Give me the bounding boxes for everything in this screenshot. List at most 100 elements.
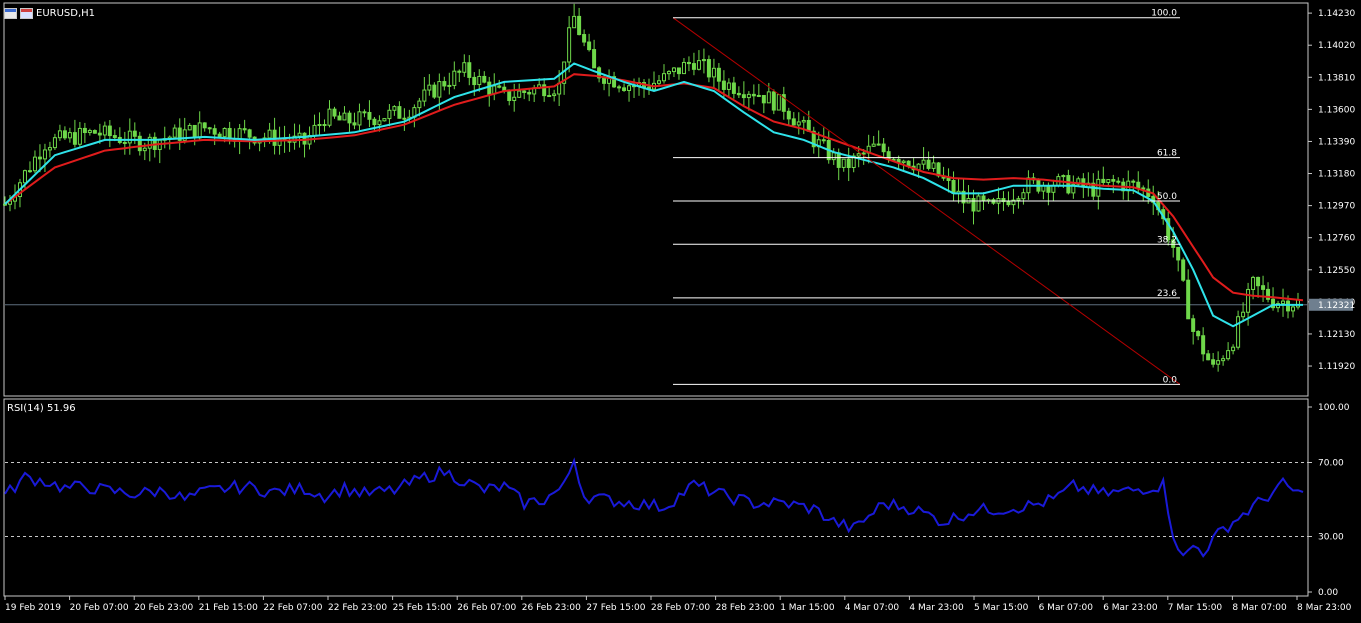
candle-body <box>82 127 87 134</box>
candle-body <box>771 91 776 111</box>
candle-body <box>362 111 367 114</box>
candle-body <box>327 108 332 126</box>
candle-body <box>921 159 926 165</box>
candle-body <box>127 130 132 144</box>
candle-body <box>582 34 587 43</box>
candle-body <box>402 117 407 120</box>
candle-body <box>1246 288 1251 313</box>
price-axis-label: 1.13810 <box>1318 73 1355 83</box>
rsi-axis-label: 30.00 <box>1318 533 1344 543</box>
price-axis-label: 1.14230 <box>1318 9 1355 19</box>
candle-body <box>1211 359 1216 365</box>
candle-body <box>522 90 527 93</box>
candle-body <box>981 195 986 202</box>
candle-body <box>47 147 52 151</box>
candle-body <box>297 132 302 137</box>
price-axis-label: 1.12970 <box>1318 202 1355 212</box>
candle-body <box>1256 276 1261 287</box>
candle-body <box>1141 187 1146 190</box>
time-axis-label: 6 Mar 23:00 <box>1103 603 1158 613</box>
candle-body <box>796 121 801 126</box>
candle-body <box>846 158 851 169</box>
time-axis-label: 20 Feb 07:00 <box>70 603 129 613</box>
candle-body <box>1201 335 1206 355</box>
candle-body <box>452 70 457 86</box>
time-axis-label: 5 Mar 15:00 <box>974 603 1029 613</box>
candle-body <box>731 82 736 94</box>
chart-window-icon[interactable] <box>4 7 17 19</box>
candle-body <box>437 81 442 98</box>
candle-body <box>477 75 482 86</box>
candle-body <box>397 106 402 119</box>
fast-moving-average <box>4 62 1303 328</box>
candle-body <box>656 80 661 84</box>
candle-body <box>861 152 866 155</box>
candle-body <box>227 127 232 140</box>
candle-body <box>112 135 117 138</box>
candle-body <box>52 137 57 149</box>
time-axis-label: 28 Feb 07:00 <box>651 603 710 613</box>
candle-body <box>512 96 517 102</box>
candle-body <box>217 133 222 138</box>
candle-body <box>222 127 227 138</box>
candle-body <box>67 132 72 139</box>
price-axis-label: 1.11920 <box>1318 362 1355 372</box>
candle-body <box>1021 192 1026 200</box>
candle-body <box>706 59 711 78</box>
candle-body <box>432 84 437 98</box>
candle-body <box>751 93 756 97</box>
candle-body <box>377 120 382 126</box>
candle-body <box>1221 358 1226 362</box>
fibonacci-level-label: 23.6 <box>1157 289 1177 299</box>
candle-body <box>97 132 102 136</box>
time-axis-label: 28 Feb 23:00 <box>716 603 775 613</box>
candle-body <box>317 124 322 127</box>
candle-body <box>691 63 696 70</box>
candle-body <box>666 71 671 75</box>
candle-body <box>1101 178 1106 184</box>
chart-canvas[interactable]: 1.14230 1.14020 1.13810 1.13600 1.13390 1.131… <box>0 0 1361 619</box>
candle-body <box>27 170 32 173</box>
candle-body <box>627 85 632 91</box>
candle-body <box>1136 181 1141 189</box>
chart-window[interactable]: 1.14230 1.14020 1.13810 1.13600 1.13390 1.131… <box>0 0 1361 619</box>
time-axis-label: 26 Feb 23:00 <box>522 603 581 613</box>
time-axis-label: 6 Mar 07:00 <box>1039 603 1094 613</box>
candle-body <box>72 132 77 145</box>
candle-body <box>172 127 177 138</box>
candle-body <box>736 92 741 96</box>
candle-body <box>1241 311 1246 318</box>
candle-body <box>716 67 721 82</box>
fibonacci-level-label: 50.0 <box>1157 192 1177 202</box>
time-axis-label: 19 Feb 2019 <box>5 603 61 613</box>
candle-body <box>367 111 372 120</box>
candle-body <box>741 94 746 99</box>
price-axis-label: 1.12130 <box>1318 330 1355 340</box>
candle-body <box>602 77 607 84</box>
chart-title-bar: EURUSD,H1 <box>4 6 95 20</box>
candle-body <box>342 112 347 121</box>
restore-window-icon[interactable] <box>20 7 33 19</box>
candle-body <box>137 135 142 152</box>
candle-body <box>102 125 107 136</box>
candle-body <box>931 162 936 169</box>
candle-body <box>247 129 252 138</box>
candle-body <box>951 179 956 195</box>
candle-body <box>801 119 806 123</box>
time-axis-label: 1 Mar 15:00 <box>780 603 835 613</box>
candle-body <box>1236 316 1241 348</box>
candle-body <box>1176 246 1181 261</box>
candle-body <box>577 15 582 36</box>
candle-body <box>1231 346 1236 352</box>
candle-body <box>92 130 97 134</box>
candle-body <box>696 60 701 70</box>
candle-body <box>1106 179 1111 184</box>
candle-body <box>372 118 377 126</box>
candle-body <box>242 128 247 131</box>
rsi-title: RSI(14) 51.96 <box>7 403 76 414</box>
candle-body <box>107 125 112 137</box>
candle-body <box>462 62 467 73</box>
candle-body <box>467 62 472 78</box>
candle-body <box>971 198 976 212</box>
candle-body <box>332 108 337 117</box>
